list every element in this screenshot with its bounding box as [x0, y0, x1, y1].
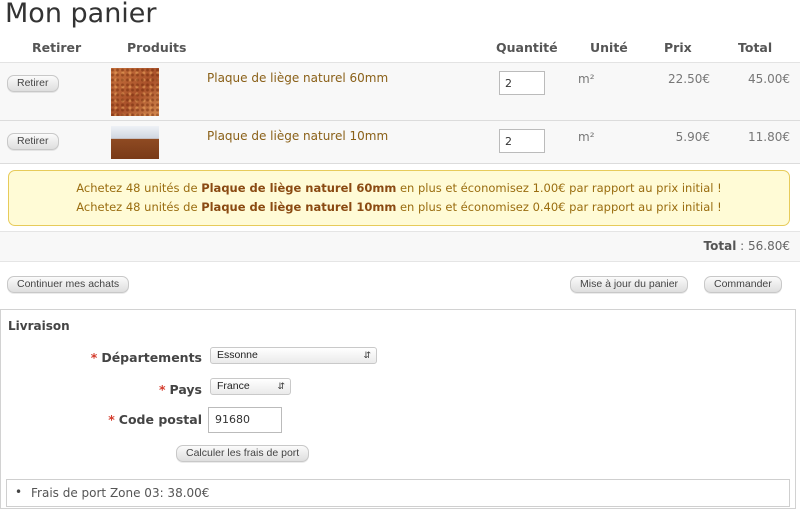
- select-arrows-icon: ⇵: [277, 381, 285, 391]
- remove-button[interactable]: Retirer: [7, 75, 59, 92]
- line-total-value: 45.00€: [748, 72, 790, 86]
- column-header-total: Total: [738, 40, 773, 55]
- shipping-title: Livraison: [8, 319, 70, 333]
- unit-value: m²: [578, 72, 595, 86]
- price-value: 5.90€: [675, 130, 710, 144]
- line-total-value: 11.80€: [748, 130, 790, 144]
- quantity-discount-notice: Achetez 48 unités de Plaque de liège nat…: [8, 170, 790, 226]
- discount-line: Achetez 48 unités de Plaque de liège nat…: [76, 181, 722, 195]
- unit-value: m²: [578, 130, 595, 144]
- column-header-produits: Produits: [127, 40, 187, 55]
- product-thumbnail[interactable]: [111, 126, 159, 159]
- pays-select[interactable]: France ⇵: [210, 378, 291, 395]
- quantity-input[interactable]: [499, 71, 545, 95]
- shipping-fee-result: • Frais de port Zone 03: 38.00€: [6, 479, 790, 507]
- remove-button[interactable]: Retirer: [7, 133, 59, 150]
- quantity-input[interactable]: [499, 129, 545, 153]
- column-header-unite: Unité: [590, 40, 628, 55]
- product-thumbnail[interactable]: [111, 68, 159, 116]
- page-title: Mon panier: [5, 0, 157, 29]
- bullet-icon: •: [15, 485, 23, 499]
- row-divider: [0, 163, 800, 164]
- calculate-shipping-button[interactable]: Calculer les frais de port: [176, 445, 310, 462]
- table-row: Retirer Plaque de liège naturel 10mm m² …: [0, 121, 800, 163]
- product-name-link[interactable]: Plaque de liège naturel 10mm: [207, 129, 388, 143]
- required-marker: *: [108, 412, 115, 427]
- table-row: Retirer Plaque de liège naturel 60mm m² …: [0, 63, 800, 120]
- discount-product: Plaque de liège naturel 10mm: [201, 200, 397, 214]
- discount-line: Achetez 48 unités de Plaque de liège nat…: [76, 200, 722, 214]
- code-postal-input[interactable]: 91680: [208, 407, 282, 433]
- column-header-prix: Prix: [664, 40, 692, 55]
- product-name-link[interactable]: Plaque de liège naturel 60mm: [207, 71, 388, 85]
- shipping-panel: Livraison * Départements Essonne ⇵ * Pays F…: [0, 309, 796, 509]
- pays-label: * Pays: [158, 382, 202, 397]
- cart-total: Total : 56.80€: [703, 239, 790, 253]
- required-marker: *: [90, 350, 98, 365]
- select-arrows-icon: ⇵: [363, 350, 371, 360]
- departement-label: * Départements: [90, 350, 202, 365]
- column-header-retirer: Retirer: [32, 40, 82, 55]
- code-postal-label: * Code postal: [108, 412, 202, 427]
- departement-select[interactable]: Essonne ⇵: [210, 347, 377, 364]
- update-cart-button[interactable]: Mise à jour du panier: [570, 276, 689, 293]
- checkout-button[interactable]: Commander: [704, 276, 782, 293]
- continue-shopping-button[interactable]: Continuer mes achats: [7, 276, 130, 293]
- cart-total-row: Total : 56.80€: [0, 231, 800, 262]
- price-value: 22.50€: [668, 72, 710, 86]
- column-header-quantite: Quantité: [496, 40, 558, 55]
- shipping-fee-text: Frais de port Zone 03: 38.00€: [31, 486, 210, 500]
- required-marker: *: [158, 382, 166, 397]
- discount-product: Plaque de liège naturel 60mm: [201, 181, 397, 195]
